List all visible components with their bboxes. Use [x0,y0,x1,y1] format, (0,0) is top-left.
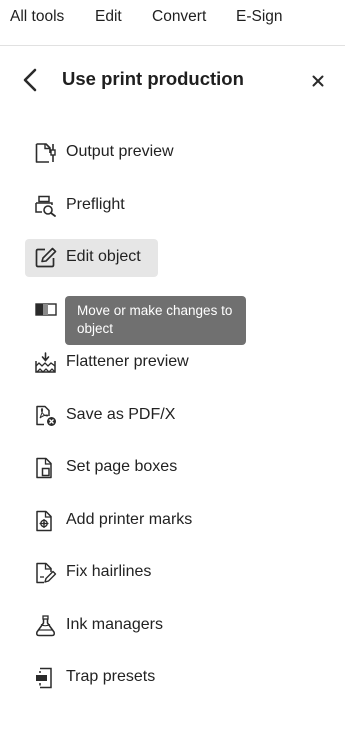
tool-label: Edit object [66,248,141,265]
tool-set-page-boxes[interactable]: Set page boxes [25,449,177,487]
tool-ink-managers[interactable]: Ink managers [25,607,163,645]
tool-label: Trap presets [66,668,156,685]
tool-list: Output preview Preflight Edit object Fla… [0,0,345,756]
close-icon [312,75,324,87]
panel-title: Use print production [62,68,244,89]
nav-e-sign[interactable]: E-Sign [236,8,283,26]
tool-label: Output preview [66,143,174,160]
tool-save-as-pdfx[interactable]: Save as PDF/X [25,397,175,435]
nav-edit[interactable]: Edit [95,8,122,26]
trap-presets-icon [34,667,58,689]
top-nav-bar: All tools Edit Convert E-Sign [0,0,345,46]
tool-label: Save as PDF/X [66,406,176,423]
tool-edit-object[interactable]: Edit object [25,239,158,277]
transparency-icon [34,299,58,321]
tool-output-preview[interactable]: Output preview [25,134,174,172]
save-pdfx-icon [34,405,58,427]
tool-add-printer-marks[interactable]: Add printer marks [25,502,192,540]
ink-manager-icon [34,615,58,637]
tool-preflight[interactable]: Preflight [25,187,125,225]
tool-label: Fix hairlines [66,563,152,580]
back-button[interactable] [18,66,44,94]
tool-label: Ink managers [66,616,163,633]
nav-all-tools[interactable]: All tools [10,8,64,26]
tool-label: Add printer marks [66,511,193,528]
set-page-boxes-icon [34,457,58,479]
tooltip: Move or make changes to object [65,296,246,345]
edit-object-icon [34,247,58,269]
printer-marks-icon [34,510,58,532]
tool-flattener-preview[interactable]: Flattener preview [25,344,189,382]
tool-label: Flattener preview [66,353,189,370]
fix-hairlines-icon [34,562,58,584]
flattener-preview-icon [34,352,58,374]
close-button[interactable] [306,69,330,93]
panel-header: Use print production [0,60,345,100]
tool-transparency[interactable] [25,291,57,329]
tool-trap-presets[interactable]: Trap presets [25,659,155,697]
chevron-left-icon [23,68,37,92]
tool-label: Set page boxes [66,458,178,475]
tool-fix-hairlines[interactable]: Fix hairlines [25,554,151,592]
tool-label: Preflight [66,196,125,213]
output-preview-icon [34,142,58,164]
nav-convert[interactable]: Convert [152,8,206,26]
preflight-icon [34,195,58,217]
